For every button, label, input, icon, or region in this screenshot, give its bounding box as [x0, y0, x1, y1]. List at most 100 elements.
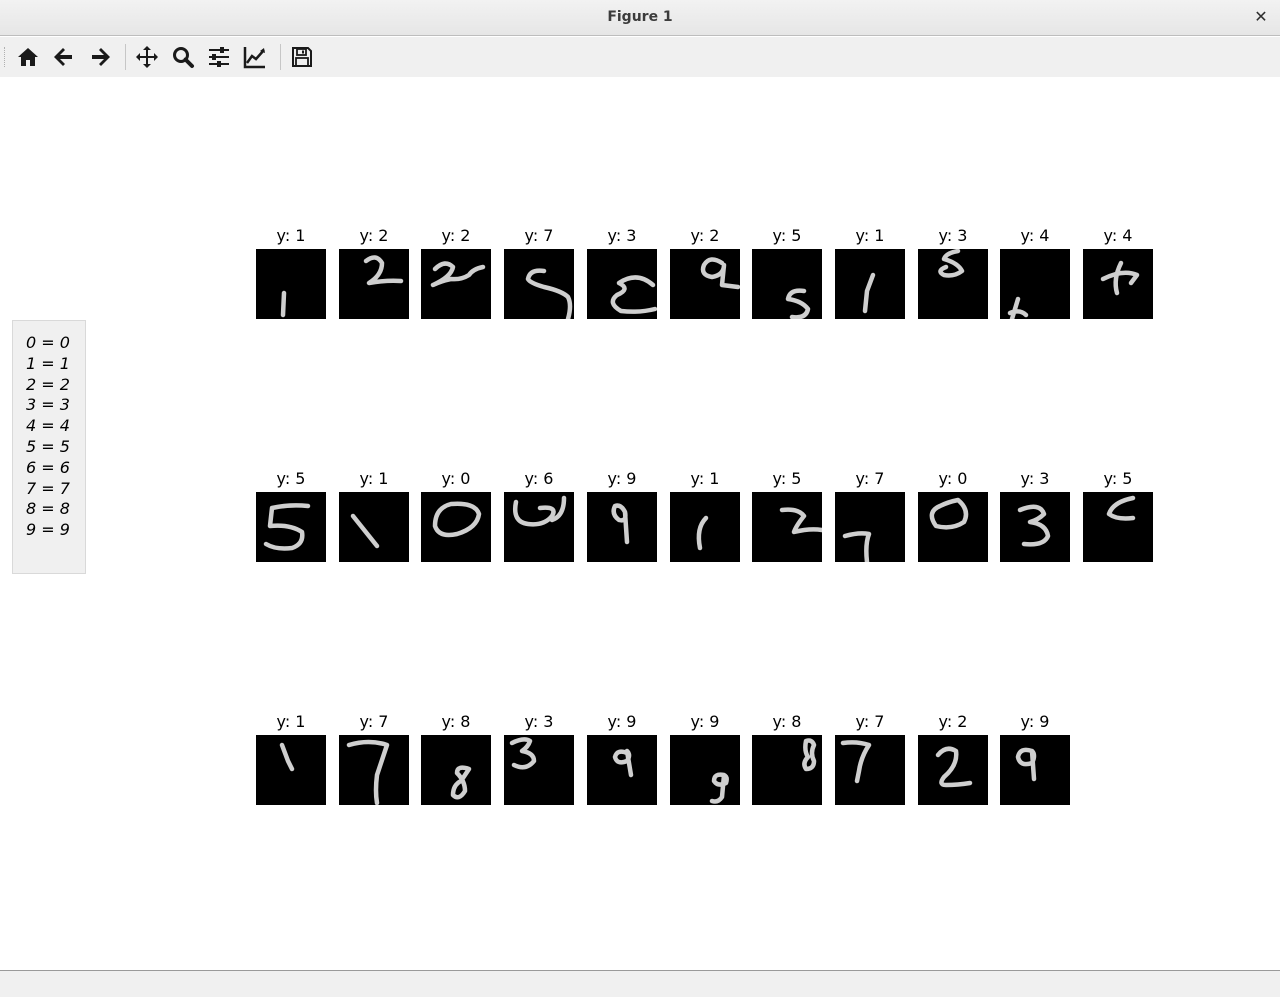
- digit-image: [339, 735, 409, 805]
- legend-item: 0 = 0: [26, 333, 70, 352]
- handwritten-digit-strokes: [802, 738, 817, 772]
- handwritten-digit-strokes: [346, 739, 390, 805]
- handwritten-digit-strokes: [432, 501, 482, 538]
- handwritten-digit-strokes: [938, 249, 965, 278]
- legend-item: 3 = 3: [26, 395, 70, 415]
- digit-stroke: [696, 515, 709, 551]
- digit-stroke: [842, 531, 872, 562]
- handwritten-digit-strokes: [610, 275, 657, 314]
- toolbar-separator: [280, 44, 281, 70]
- zoom-magnifier-icon: [173, 47, 194, 68]
- handwritten-digit-strokes: [1106, 495, 1136, 521]
- digit-image: [587, 492, 657, 562]
- figure-canvas[interactable]: 0 = 0 1 = 1 2 = 2 3 = 3 4 = 4 5 = 5 6 = …: [0, 77, 1280, 970]
- pan-button[interactable]: [132, 42, 162, 72]
- digit-stroke: [938, 249, 965, 278]
- close-icon[interactable]: ✕: [1250, 6, 1272, 28]
- back-arrow-icon: [54, 48, 72, 66]
- digit-stroke: [929, 497, 969, 530]
- digit-stroke: [430, 261, 486, 288]
- digit-image: [1000, 735, 1070, 805]
- digit-stroke: [346, 739, 390, 805]
- handwritten-digit-strokes: [779, 507, 822, 535]
- digit-image: [256, 492, 326, 562]
- legend-item: 8 = 8: [26, 499, 70, 519]
- digit-image: [1000, 492, 1070, 562]
- digit-stroke: [432, 501, 482, 538]
- legend-item: 5 = 5: [26, 436, 70, 456]
- digit-image: [1083, 249, 1153, 319]
- handwritten-digit-strokes: [862, 272, 876, 314]
- handwritten-digit-strokes: [513, 495, 567, 527]
- digit-image: [587, 249, 657, 319]
- digit-stroke: [802, 738, 817, 772]
- legend-item: 6 = 6: [26, 457, 70, 477]
- home-icon: [18, 48, 38, 66]
- handwritten-digit-strokes: [509, 737, 537, 770]
- digit-stroke: [525, 268, 573, 319]
- handwritten-digit-strokes: [350, 513, 380, 549]
- class-legend: 0 = 0 1 = 1 2 = 2 3 = 3 4 = 4 5 = 5 6 = …: [12, 320, 86, 574]
- pan-move-icon: [136, 46, 158, 68]
- digit-image: [670, 735, 740, 805]
- toolbar-grip[interactable]: [4, 47, 7, 67]
- window-titlebar: Figure 1 ✕: [0, 0, 1280, 36]
- digit-image: [752, 249, 822, 319]
- digit-image: [835, 735, 905, 805]
- digit-image: [421, 735, 491, 805]
- handwritten-digit-strokes: [430, 261, 486, 288]
- digit-stroke: [1015, 747, 1037, 782]
- digit-stroke: [509, 737, 537, 770]
- subplots-button[interactable]: [204, 42, 234, 72]
- digit-image: [1000, 249, 1070, 319]
- forward-button[interactable]: [85, 42, 115, 72]
- digit-image: [1083, 492, 1153, 562]
- digit-image: [835, 492, 905, 562]
- digit-image: [918, 735, 988, 805]
- handwritten-digit-strokes: [929, 497, 969, 530]
- digit-stroke: [280, 290, 287, 318]
- digit-image: [670, 492, 740, 562]
- handwritten-digit-strokes: [279, 742, 295, 772]
- legend-item: 9 = 9: [26, 520, 70, 540]
- handwritten-digit-strokes: [1100, 260, 1140, 296]
- customize-button[interactable]: [240, 42, 270, 72]
- subplots-sliders-icon: [209, 47, 229, 67]
- digit-image: [835, 249, 905, 319]
- digit-image: [504, 249, 574, 319]
- handwritten-digit-strokes: [525, 268, 573, 319]
- digit-stroke: [450, 765, 472, 800]
- handwritten-digit-strokes: [840, 740, 872, 784]
- status-bar: [0, 970, 1280, 997]
- digit-stroke: [1017, 504, 1051, 547]
- home-button[interactable]: [13, 42, 43, 72]
- toolbar-separator: [125, 44, 126, 70]
- zoom-button[interactable]: [168, 42, 198, 72]
- digit-stroke: [350, 513, 380, 549]
- digit-image: [421, 492, 491, 562]
- handwritten-digit-strokes: [1017, 504, 1051, 547]
- save-button[interactable]: [287, 42, 317, 72]
- digit-label: y: 4: [1103, 226, 1133, 245]
- navigation-toolbar: [0, 37, 1280, 77]
- digit-stroke: [935, 746, 973, 788]
- digit-stroke: [1100, 260, 1140, 296]
- digit-stroke: [785, 288, 811, 319]
- handwritten-digit-strokes: [1007, 296, 1029, 319]
- digit-image: [504, 492, 574, 562]
- digit-stroke: [612, 748, 634, 778]
- digit-stroke: [862, 272, 876, 314]
- digit-stroke: [611, 503, 630, 545]
- handwritten-digit-strokes: [363, 255, 404, 286]
- save-floppy-icon: [292, 47, 312, 67]
- digit-image: [256, 249, 326, 319]
- digit-image: [587, 735, 657, 805]
- handwritten-digit-strokes: [842, 531, 872, 562]
- legend-item: 7 = 7: [26, 478, 70, 498]
- handwritten-digit-strokes: [700, 257, 740, 290]
- digit-image: [752, 735, 822, 805]
- handwritten-digit-strokes: [612, 748, 634, 778]
- edit-axis-curve-icon: [243, 47, 265, 69]
- back-button[interactable]: [49, 42, 79, 72]
- digit-image: [752, 492, 822, 562]
